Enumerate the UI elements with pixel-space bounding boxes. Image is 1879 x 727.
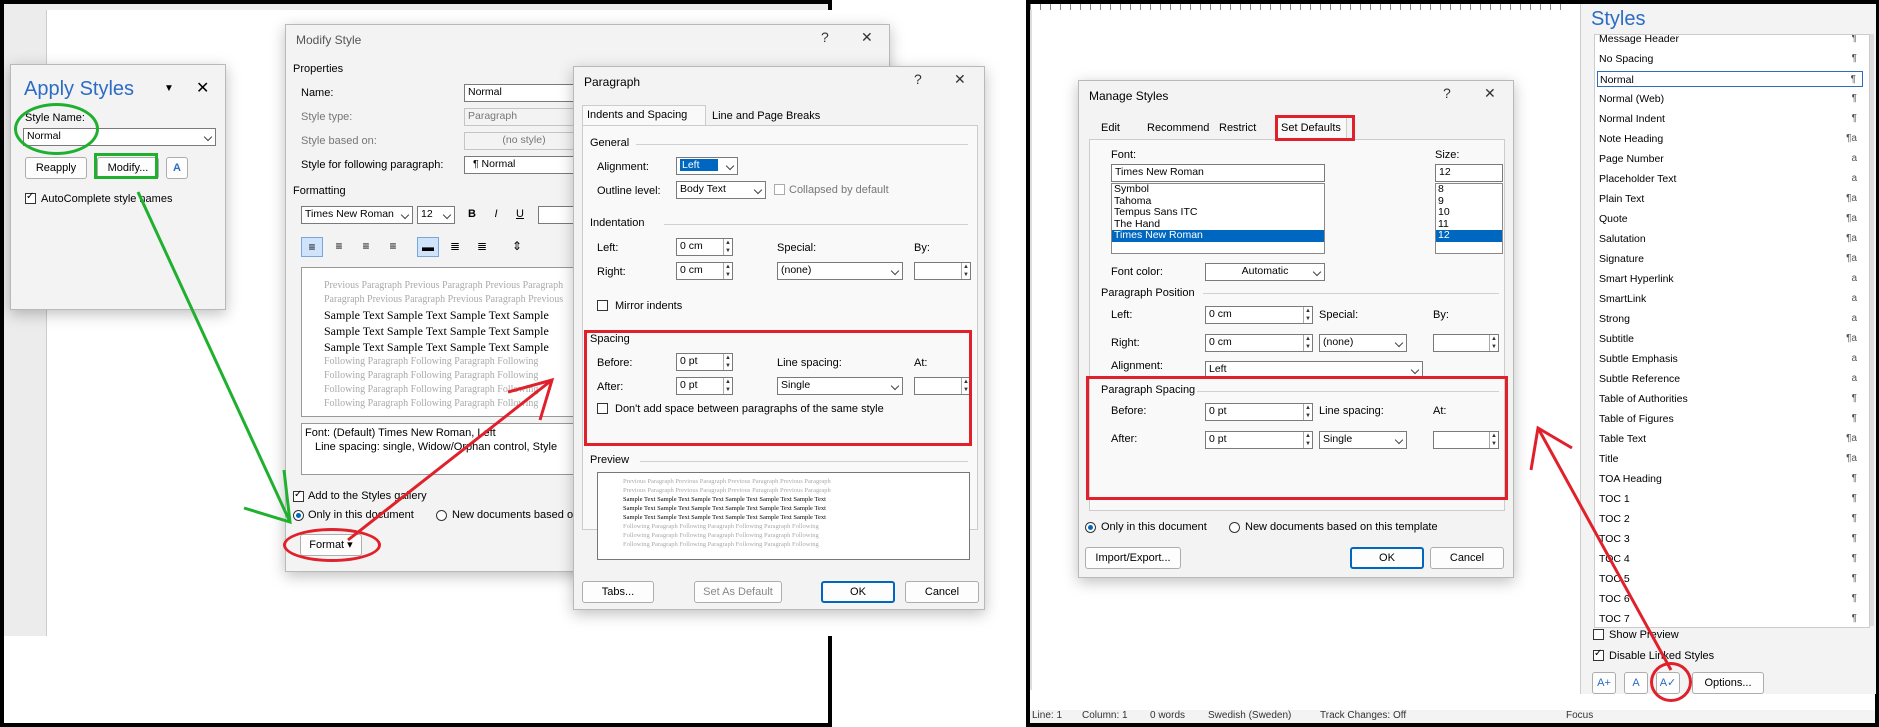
cancel-button[interactable]: Cancel xyxy=(905,581,979,603)
by-label: By: xyxy=(914,242,930,254)
close-icon[interactable]: ✕ xyxy=(954,71,966,88)
green-arrow-line xyxy=(136,191,292,523)
close-icon[interactable]: ✕ xyxy=(861,29,873,46)
red-arrow-line xyxy=(1536,427,1673,671)
red-arrowhead xyxy=(1529,425,1573,471)
annotation-arrows xyxy=(1529,425,1673,671)
annotation-arrows xyxy=(136,191,555,542)
red-arrow-line xyxy=(347,378,553,542)
green-arrowhead xyxy=(243,469,292,525)
ok-button[interactable]: OK xyxy=(821,581,895,603)
by-input[interactable] xyxy=(914,262,971,280)
help-icon[interactable]: ? xyxy=(914,71,922,87)
